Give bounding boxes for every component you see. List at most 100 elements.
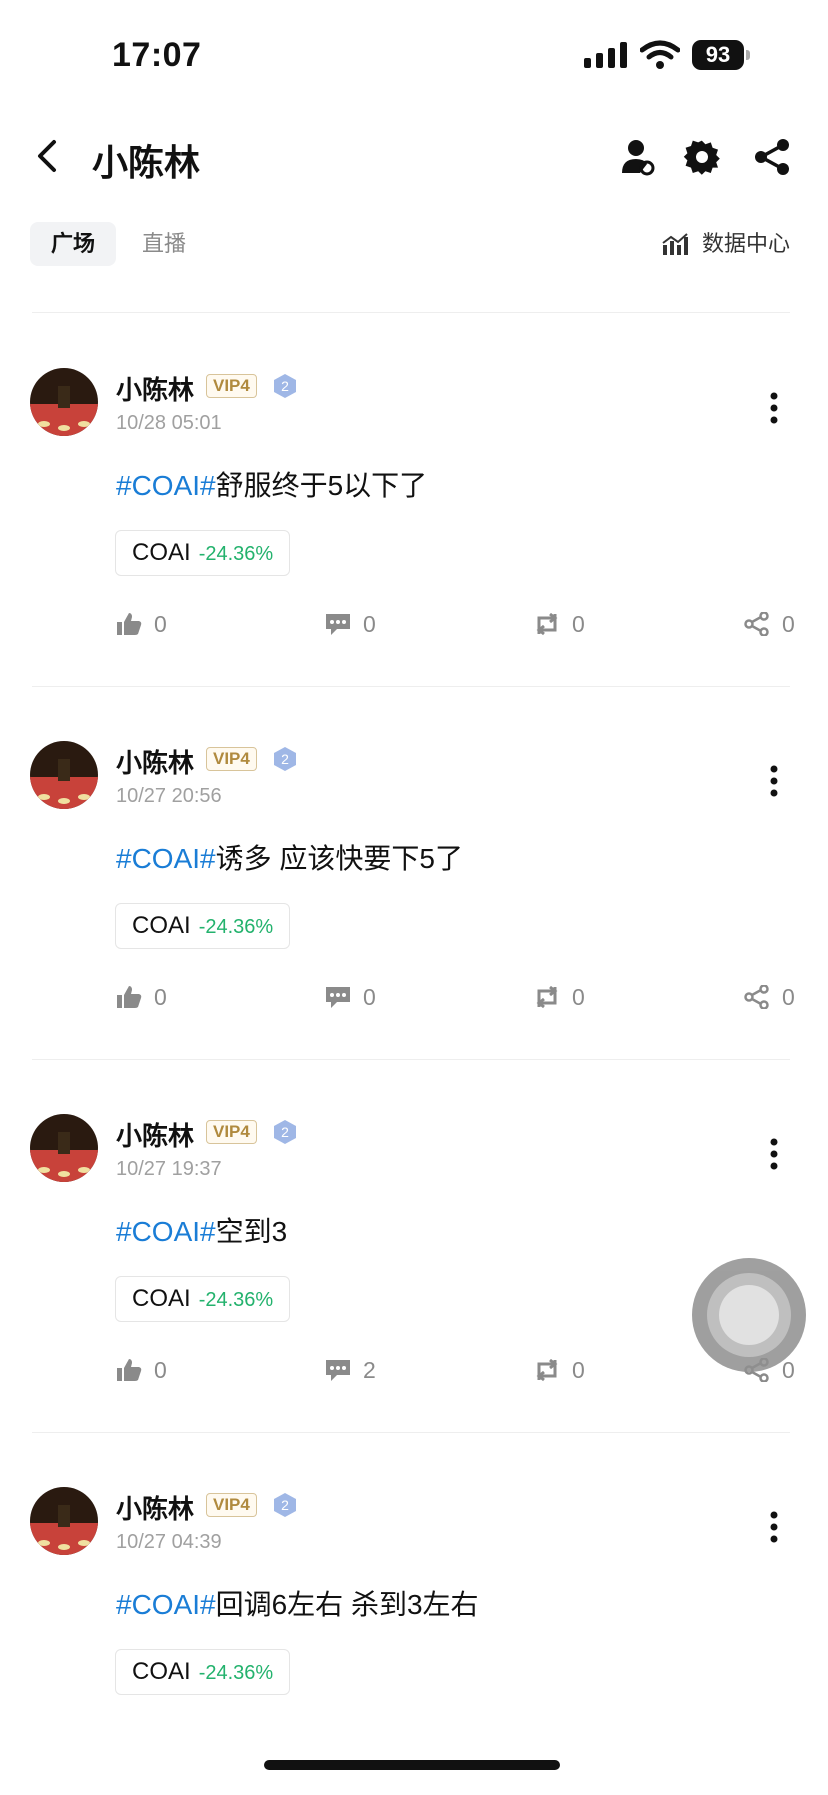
like-count: 0 (154, 1357, 167, 1383)
level-badge-icon: 2 (274, 747, 296, 771)
like-button[interactable]: 0 (116, 609, 167, 639)
divider (32, 312, 790, 313)
battery-indicator: 93 (692, 40, 750, 70)
svg-text:2: 2 (281, 751, 289, 767)
hashtag-link[interactable]: #COAI# (116, 843, 216, 874)
status-time: 17:07 (112, 36, 202, 74)
avatar[interactable] (30, 1114, 98, 1182)
like-button[interactable]: 0 (116, 1355, 167, 1385)
repost-button[interactable]: 0 (534, 609, 585, 639)
share-count: 0 (782, 1357, 795, 1383)
vip-badge: VIP4 (206, 1120, 257, 1144)
comment-icon (326, 987, 350, 1008)
cellular-signal-icon (584, 42, 627, 68)
more-icon[interactable] (764, 1507, 784, 1547)
post-time: 10/27 20:56 (116, 785, 222, 807)
post-text: 空到3 (215, 1216, 288, 1247)
share-icon[interactable] (752, 137, 792, 177)
comment-count: 0 (363, 984, 376, 1010)
post-time: 10/27 04:39 (116, 1531, 222, 1553)
author-name[interactable]: 小陈林 (116, 1116, 194, 1153)
like-icon (117, 986, 142, 1008)
post-text: 回调6左右 杀到3左右 (215, 1589, 479, 1620)
floating-assistive-button[interactable] (692, 1258, 806, 1372)
more-icon[interactable] (764, 761, 784, 801)
coin-symbol: COAI (132, 539, 191, 566)
comment-icon (326, 614, 350, 635)
author-name[interactable]: 小陈林 (116, 1489, 194, 1526)
like-count: 0 (154, 611, 167, 637)
more-icon[interactable] (764, 1134, 784, 1174)
level-badge-icon: 2 (274, 1120, 296, 1144)
repost-count: 0 (572, 984, 585, 1010)
post-text: 诱多 应该快要下5了 (215, 843, 463, 874)
tab-live[interactable]: 直播 (134, 222, 194, 266)
post-time: 10/28 05:01 (116, 412, 222, 434)
author-name[interactable]: 小陈林 (116, 370, 194, 407)
coin-chip[interactable]: COAI -24.36% (115, 1649, 291, 1695)
svg-text:2: 2 (281, 1497, 289, 1513)
post-text: 舒服终于5以下了 (215, 470, 428, 501)
gear-icon[interactable] (682, 137, 722, 177)
share-button[interactable]: 0 (744, 609, 795, 639)
repost-button[interactable]: 0 (534, 982, 585, 1012)
share-icon (744, 985, 769, 1009)
coin-symbol: COAI (132, 1285, 191, 1312)
share-count: 0 (782, 611, 795, 637)
avatar[interactable] (30, 368, 98, 436)
wifi-icon (640, 40, 680, 69)
like-icon (117, 1359, 142, 1381)
repost-icon (536, 1358, 558, 1382)
comment-button[interactable]: 2 (325, 1355, 376, 1385)
home-indicator[interactable] (264, 1760, 560, 1770)
share-icon (744, 612, 769, 636)
like-icon (117, 613, 142, 635)
svg-text:2: 2 (281, 378, 289, 394)
back-icon[interactable] (30, 136, 64, 176)
hashtag-link[interactable]: #COAI# (116, 470, 216, 501)
avatar[interactable] (30, 741, 98, 809)
comment-button[interactable]: 0 (325, 609, 376, 639)
tab-square[interactable]: 广场 (30, 222, 116, 266)
data-center-link[interactable]: 数据中心 (662, 224, 790, 264)
hashtag-link[interactable]: #COAI# (116, 1589, 216, 1620)
comment-count: 2 (363, 1357, 376, 1383)
comment-button[interactable]: 0 (325, 982, 376, 1012)
coin-change: -24.36% (198, 1289, 274, 1311)
repost-count: 0 (572, 611, 585, 637)
coin-symbol: COAI (132, 912, 191, 939)
repost-icon (536, 985, 558, 1009)
page-title: 小陈林 (92, 142, 201, 183)
post-content: #COAI#空到3 (116, 1210, 287, 1250)
share-button[interactable]: 0 (744, 982, 795, 1012)
data-center-label: 数据中心 (702, 231, 791, 256)
more-icon[interactable] (764, 388, 784, 428)
author-name[interactable]: 小陈林 (116, 743, 194, 780)
comment-icon (326, 1360, 350, 1381)
coin-change: -24.36% (198, 543, 274, 565)
user-icon[interactable] (618, 137, 658, 177)
share-count: 0 (782, 984, 795, 1010)
battery-level: 93 (705, 42, 731, 67)
vip-badge: VIP4 (206, 1493, 257, 1517)
post-time: 10/27 19:37 (116, 1158, 222, 1180)
coin-change: -24.36% (198, 916, 274, 938)
level-badge-icon: 2 (274, 374, 296, 398)
post-content: #COAI#回调6左右 杀到3左右 (116, 1583, 479, 1623)
divider (32, 1432, 790, 1433)
vip-badge: VIP4 (206, 747, 257, 771)
avatar[interactable] (30, 1487, 98, 1555)
hashtag-link[interactable]: #COAI# (116, 1216, 216, 1247)
repost-count: 0 (572, 1357, 585, 1383)
coin-chip[interactable]: COAI -24.36% (115, 1276, 291, 1322)
post-content: #COAI#诱多 应该快要下5了 (116, 837, 463, 877)
chart-icon (662, 233, 688, 255)
like-count: 0 (154, 984, 167, 1010)
coin-change: -24.36% (198, 1662, 274, 1684)
vip-badge: VIP4 (206, 374, 257, 398)
repost-button[interactable]: 0 (534, 1355, 585, 1385)
comment-count: 0 (363, 611, 376, 637)
like-button[interactable]: 0 (116, 982, 167, 1012)
coin-chip[interactable]: COAI -24.36% (115, 530, 291, 576)
coin-chip[interactable]: COAI -24.36% (115, 903, 291, 949)
